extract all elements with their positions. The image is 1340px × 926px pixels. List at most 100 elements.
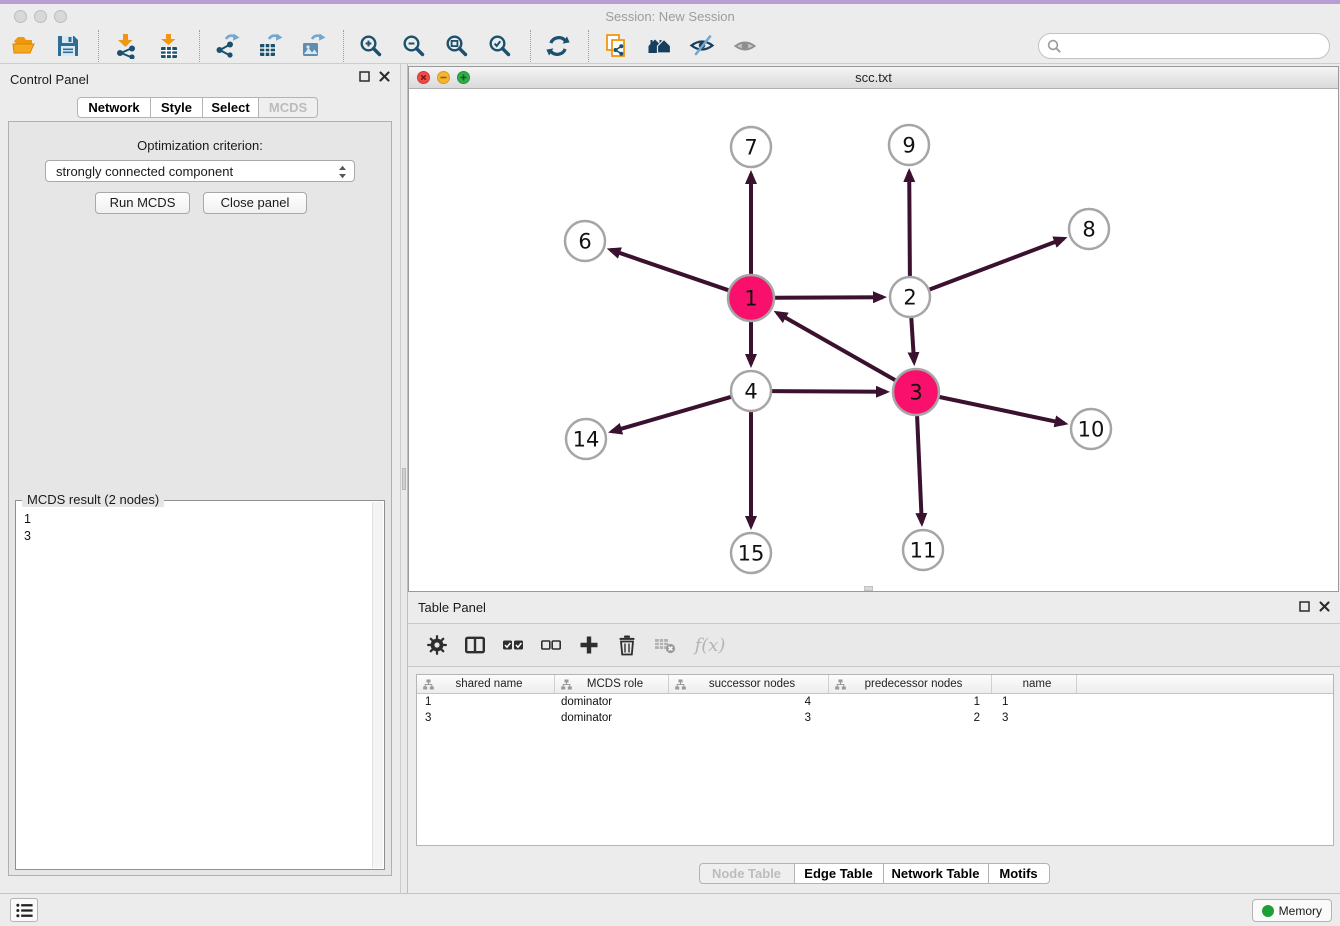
import-network-button[interactable] bbox=[111, 31, 141, 61]
add-button[interactable] bbox=[576, 632, 602, 658]
zoom-out-button[interactable] bbox=[399, 31, 429, 61]
graph-node[interactable]: 10 bbox=[1071, 409, 1111, 449]
column-header-successor-nodes[interactable]: successor nodes bbox=[669, 675, 829, 693]
table-panel-title: Table Panel bbox=[418, 600, 486, 615]
save-session-button[interactable] bbox=[53, 31, 83, 61]
graph-node[interactable]: 6 bbox=[565, 221, 605, 261]
graph-edge[interactable] bbox=[909, 172, 910, 276]
graph-node[interactable]: 3 bbox=[893, 369, 939, 415]
main-toolbar bbox=[0, 29, 1340, 64]
column-header-predecessor-nodes[interactable]: predecessor nodes bbox=[829, 675, 992, 693]
zoom-in-button[interactable] bbox=[356, 31, 386, 61]
column-header-name[interactable]: name bbox=[992, 675, 1077, 693]
graph-edge[interactable] bbox=[777, 313, 895, 380]
table-header: shared name MCDS role successor nodes bbox=[417, 675, 1333, 694]
select-all-button[interactable] bbox=[500, 632, 526, 658]
tab-style[interactable]: Style bbox=[150, 97, 203, 118]
network-canvas[interactable]: 7 9 6 8 1 2 4 3 14 10 15 11 bbox=[409, 89, 1338, 591]
open-session-button[interactable] bbox=[10, 31, 40, 61]
search-field[interactable] bbox=[1038, 33, 1330, 59]
toolbar-separator bbox=[199, 30, 200, 62]
apply-function-button[interactable]: f(x) bbox=[690, 632, 730, 658]
first-neighbors-button[interactable] bbox=[644, 31, 674, 61]
control-panel: Control Panel Network Style Select MCDS … bbox=[0, 64, 400, 893]
tab-select[interactable]: Select bbox=[202, 97, 259, 118]
svg-text:2: 2 bbox=[903, 285, 916, 309]
export-image-icon bbox=[300, 33, 326, 59]
graph-node[interactable]: 8 bbox=[1069, 209, 1109, 249]
mcds-result-title: MCDS result (2 nodes) bbox=[22, 492, 164, 507]
zoom-out-icon bbox=[401, 33, 427, 59]
export-image-button[interactable] bbox=[298, 31, 328, 61]
optimization-criterion-label: Optimization criterion: bbox=[9, 138, 391, 153]
graph-edge[interactable] bbox=[911, 318, 914, 362]
graph-node[interactable]: 4 bbox=[731, 371, 771, 411]
close-panel-icon[interactable] bbox=[1319, 601, 1330, 612]
tree-sort-icon bbox=[423, 679, 434, 690]
graph-edge[interactable] bbox=[775, 297, 883, 298]
memory-button[interactable]: Memory bbox=[1252, 899, 1332, 922]
table-row[interactable]: 3dominator323 bbox=[417, 710, 1333, 726]
delete-button[interactable] bbox=[614, 632, 640, 658]
float-panel-icon[interactable] bbox=[359, 71, 370, 82]
graph-node[interactable]: 7 bbox=[731, 127, 771, 167]
table-tabs: Node Table Edge Table Network Table Moti… bbox=[408, 863, 1340, 884]
graph-edge[interactable] bbox=[930, 239, 1064, 290]
network-graph[interactable]: 7 9 6 8 1 2 4 3 14 10 15 11 bbox=[409, 89, 1338, 591]
tab-edge-table[interactable]: Edge Table bbox=[794, 863, 884, 884]
table-row[interactable]: 1dominator411 bbox=[417, 694, 1333, 710]
toolbar-separator bbox=[588, 30, 589, 62]
column-header-mcds-role[interactable]: MCDS role bbox=[555, 675, 669, 693]
close-panel-icon[interactable] bbox=[379, 71, 390, 82]
svg-text:7: 7 bbox=[744, 135, 757, 159]
table-settings-button[interactable] bbox=[424, 632, 450, 658]
duplicate-network-button[interactable] bbox=[601, 31, 631, 61]
export-network-icon bbox=[214, 33, 240, 59]
graph-node[interactable]: 14 bbox=[566, 419, 606, 459]
column-header-shared-name[interactable]: shared name bbox=[417, 675, 555, 693]
graph-edge[interactable] bbox=[772, 391, 886, 392]
apply-layout-button[interactable] bbox=[543, 31, 573, 61]
export-table-button[interactable] bbox=[255, 31, 285, 61]
graph-node[interactable]: 1 bbox=[728, 275, 774, 321]
zoom-selected-button[interactable] bbox=[485, 31, 515, 61]
deselect-all-button[interactable] bbox=[538, 632, 564, 658]
graph-edge[interactable] bbox=[940, 397, 1065, 423]
search-input[interactable] bbox=[1062, 36, 1329, 56]
mcds-result-text[interactable]: 1 3 bbox=[24, 511, 368, 865]
show-all-button[interactable] bbox=[730, 31, 760, 61]
toolbar-separator bbox=[530, 30, 531, 62]
float-panel-icon[interactable] bbox=[1299, 601, 1310, 612]
close-panel-button[interactable]: Close panel bbox=[203, 192, 307, 214]
network-window-titlebar[interactable]: scc.txt bbox=[409, 67, 1338, 89]
hide-selected-button[interactable] bbox=[687, 31, 717, 61]
tab-motifs[interactable]: Motifs bbox=[988, 863, 1050, 884]
plus-icon bbox=[578, 634, 600, 656]
node-table: shared name MCDS role successor nodes bbox=[416, 674, 1334, 846]
graph-edge[interactable] bbox=[612, 397, 731, 432]
panel-splitter[interactable] bbox=[400, 64, 408, 893]
tab-node-table[interactable]: Node Table bbox=[699, 863, 795, 884]
show-columns-button[interactable] bbox=[462, 632, 488, 658]
tab-network[interactable]: Network bbox=[77, 97, 151, 118]
graph-node[interactable]: 9 bbox=[889, 125, 929, 165]
svg-text:15: 15 bbox=[738, 541, 765, 565]
graph-node[interactable]: 2 bbox=[890, 277, 930, 317]
graph-edge[interactable] bbox=[917, 416, 922, 523]
optimization-criterion-select[interactable]: strongly connected component bbox=[45, 160, 355, 182]
graph-node[interactable]: 15 bbox=[731, 533, 771, 573]
delete-table-button[interactable] bbox=[652, 632, 678, 658]
show-panel-menu-button[interactable] bbox=[10, 898, 38, 922]
run-mcds-button[interactable]: Run MCDS bbox=[95, 192, 190, 214]
export-network-button[interactable] bbox=[212, 31, 242, 61]
graph-node[interactable]: 11 bbox=[903, 530, 943, 570]
graph-edge[interactable] bbox=[611, 250, 729, 290]
tab-network-table[interactable]: Network Table bbox=[883, 863, 989, 884]
network-resize-grip[interactable] bbox=[864, 586, 873, 591]
result-scrollbar[interactable] bbox=[372, 502, 383, 868]
zoom-fit-button[interactable] bbox=[442, 31, 472, 61]
duplicate-network-icon bbox=[603, 33, 629, 59]
import-table-button[interactable] bbox=[154, 31, 184, 61]
splitter-grip[interactable] bbox=[402, 468, 406, 490]
tab-mcds[interactable]: MCDS bbox=[258, 97, 318, 118]
